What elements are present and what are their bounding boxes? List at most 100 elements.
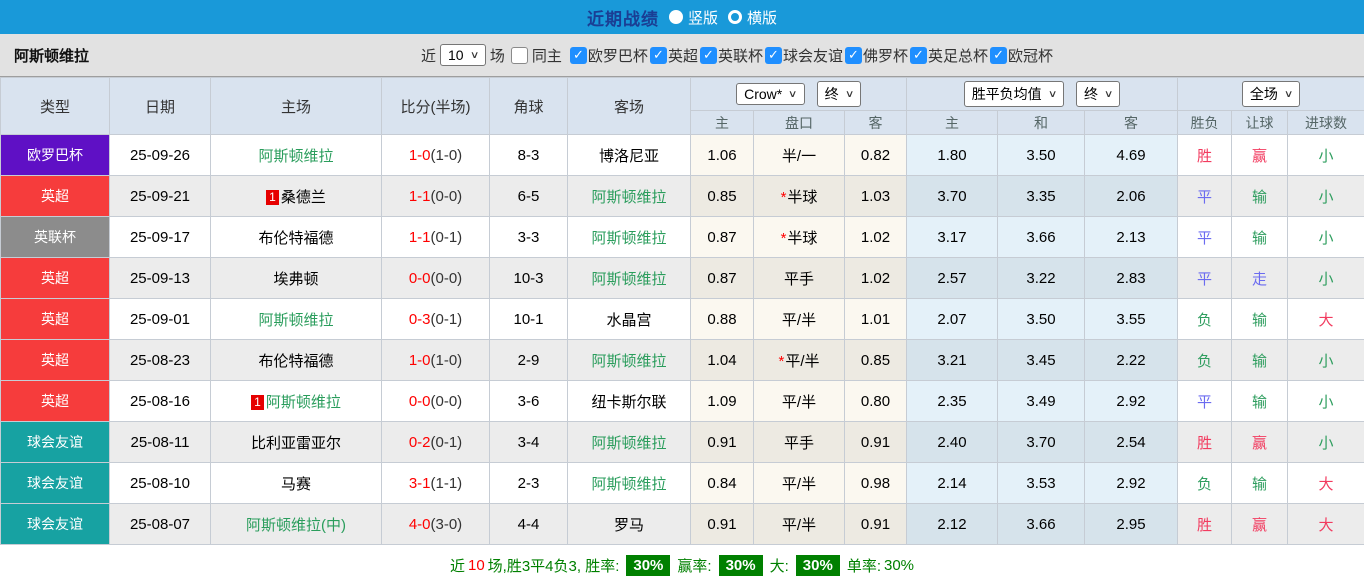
- match-date: 25-09-13: [109, 257, 211, 299]
- handicap-line: *平/半: [753, 339, 845, 381]
- odds-home: 0.85: [690, 175, 754, 217]
- radio-label: 横版: [747, 9, 778, 27]
- same-home-filter[interactable]: 同主: [510, 45, 562, 66]
- checkbox-icon[interactable]: ✓: [990, 46, 1008, 64]
- match-date: 25-08-10: [109, 462, 211, 504]
- match-row: 球会友谊 25-08-10 马赛 3-1(1-1) 2-3 阿斯顿维拉 0.84 平/半 0.9…: [0, 462, 1364, 504]
- competition-filter[interactable]: ✓ 英超: [649, 45, 698, 66]
- odds-company-select[interactable]: Crow* ∨: [736, 83, 805, 105]
- same-home-label: 同主: [531, 47, 562, 65]
- handicap-text: 平/半: [781, 311, 817, 329]
- competition-filter[interactable]: ✓ 英联杯: [699, 45, 763, 66]
- handicap-line: 平/半: [753, 298, 845, 340]
- away-team-name: 纽卡斯尔联: [591, 393, 667, 411]
- match-date: 25-09-26: [109, 134, 211, 176]
- goals-status: 小: [1287, 175, 1364, 217]
- results-table-body: 欧罗巴杯 25-09-26 阿斯顿维拉 1-0(1-0) 8-3 博洛尼亚 1.06 半/一 0…: [0, 134, 1364, 545]
- handicap-line: *半球: [753, 175, 845, 217]
- corner-score: 10-3: [489, 257, 568, 299]
- handicap-text: 半球: [787, 188, 818, 206]
- handicap-line: 平手: [753, 421, 845, 463]
- result-status: 负: [1177, 462, 1233, 504]
- away-team-name: 阿斯顿维拉: [591, 229, 667, 247]
- odds-state-select[interactable]: 终 ∨: [816, 81, 861, 107]
- chevron-down-icon: ∨: [844, 88, 854, 100]
- result-status: 胜: [1177, 134, 1233, 176]
- col-home: 主场: [210, 77, 382, 135]
- avg-odds-value: 胜平负均值: [971, 86, 1042, 102]
- match-type-badge: 英超: [0, 257, 110, 299]
- layout-radio-unselected[interactable]: 横版: [728, 7, 777, 28]
- odds-away: 1.02: [843, 216, 908, 258]
- subcol-handicap-result: 让球: [1231, 110, 1289, 135]
- handicap-text: 半/一: [781, 147, 817, 165]
- match-score: 0-0(0-0): [381, 257, 490, 299]
- avg-state-select[interactable]: 终 ∨: [1076, 81, 1121, 107]
- single-rate-value: 30%: [883, 556, 915, 574]
- result-status: 胜: [1177, 503, 1233, 545]
- handicap-result-status: 走: [1231, 257, 1289, 299]
- checkbox-icon[interactable]: ✓: [649, 46, 667, 64]
- home-team-name: 埃弗顿: [273, 270, 319, 288]
- avg-odds-header: 胜平负均值 ∨ 终 ∨: [906, 77, 1179, 111]
- goals-status: 小: [1287, 339, 1364, 381]
- competition-filter[interactable]: ✓ 球会友谊: [764, 45, 843, 66]
- full-match-select[interactable]: 全场 ∨: [1241, 81, 1301, 107]
- odds-away: 0.91: [843, 503, 908, 545]
- checkbox-icon[interactable]: [510, 46, 528, 64]
- full-time-score: 0-0: [408, 269, 431, 287]
- odds-home: 0.84: [690, 462, 754, 504]
- home-team-name: 阿斯顿维拉(中): [246, 516, 346, 534]
- full-time-score: 1-1: [408, 228, 431, 246]
- star-icon: *: [780, 229, 787, 247]
- avg-odds-away: 2.92: [1084, 462, 1179, 504]
- home-team: 布伦特福德: [210, 216, 382, 258]
- avg-odds-draw: 3.50: [997, 298, 1086, 340]
- home-team-name: 阿斯顿维拉: [265, 393, 341, 411]
- avg-odds-home: 2.14: [906, 462, 999, 504]
- competition-filter[interactable]: ✓ 英足总杯: [910, 45, 988, 66]
- match-date: 25-08-07: [109, 503, 211, 545]
- radio-icon[interactable]: [728, 10, 742, 24]
- checkbox-icon[interactable]: ✓: [569, 46, 587, 64]
- avg-odds-draw: 3.35: [997, 175, 1086, 217]
- match-row: 英超 25-09-21 1 桑德兰 1-1(0-0) 6-5 阿斯顿维拉 0.85 *半球 1.0…: [0, 175, 1364, 217]
- recent-count-select[interactable]: 10 ∨: [439, 44, 486, 66]
- avg-odds-select[interactable]: 胜平负均值 ∨: [963, 81, 1065, 107]
- full-match-header: 全场 ∨: [1177, 77, 1364, 111]
- handicap-line: 平/半: [753, 503, 845, 545]
- checkbox-icon[interactable]: ✓: [764, 46, 782, 64]
- result-status: 平: [1177, 216, 1233, 258]
- team-name: 阿斯顿维拉: [14, 47, 90, 65]
- avg-odds-away: 2.06: [1084, 175, 1179, 217]
- layout-radio-selected[interactable]: 竖版: [668, 7, 718, 28]
- full-time-score: 0-3: [408, 310, 431, 328]
- match-row: 英超 25-09-01 阿斯顿维拉 0-3(0-1) 10-1 水晶宫 0.88 平/半 1.0…: [0, 298, 1364, 340]
- radio-icon[interactable]: [668, 10, 683, 24]
- checkbox-icon[interactable]: ✓: [844, 46, 862, 64]
- match-date: 25-09-17: [109, 216, 211, 258]
- red-card-badge: 1: [251, 394, 264, 410]
- subcol-avg-draw: 和: [997, 110, 1086, 135]
- half-time-score: (0-1): [430, 228, 463, 246]
- col-date: 日期: [109, 77, 211, 135]
- chevron-down-icon: ∨: [469, 49, 479, 61]
- home-team: 1 阿斯顿维拉: [210, 380, 382, 422]
- summary-footer: 近 10 场,胜3平4负3, 胜率: 30% 赢率: 30% 大: 30% 单率: 3…: [0, 545, 1364, 585]
- handicap-text: 平/半: [785, 352, 820, 370]
- away-team-name: 阿斯顿维拉: [591, 270, 667, 288]
- handicap-result-status: 输: [1231, 462, 1289, 504]
- result-status: 胜: [1177, 421, 1233, 463]
- corner-score: 2-9: [489, 339, 568, 381]
- avg-odds-draw: 3.50: [997, 134, 1086, 176]
- checkbox-icon[interactable]: ✓: [910, 46, 927, 64]
- match-score: 0-2(0-1): [381, 421, 490, 463]
- corner-score: 3-4: [489, 421, 568, 463]
- checkbox-icon[interactable]: ✓: [699, 46, 717, 64]
- corner-score: 10-1: [489, 298, 568, 340]
- competition-filter[interactable]: ✓ 欧罗巴杯: [569, 45, 648, 66]
- match-row: 英超 25-08-16 1 阿斯顿维拉 0-0(0-0) 3-6 纽卡斯尔联 1.09 平/半 0…: [0, 380, 1364, 422]
- competition-filter[interactable]: ✓ 佛罗杯: [844, 45, 908, 66]
- handicap-result-status: 输: [1231, 339, 1289, 381]
- competition-filter[interactable]: ✓ 欧冠杯: [990, 45, 1053, 66]
